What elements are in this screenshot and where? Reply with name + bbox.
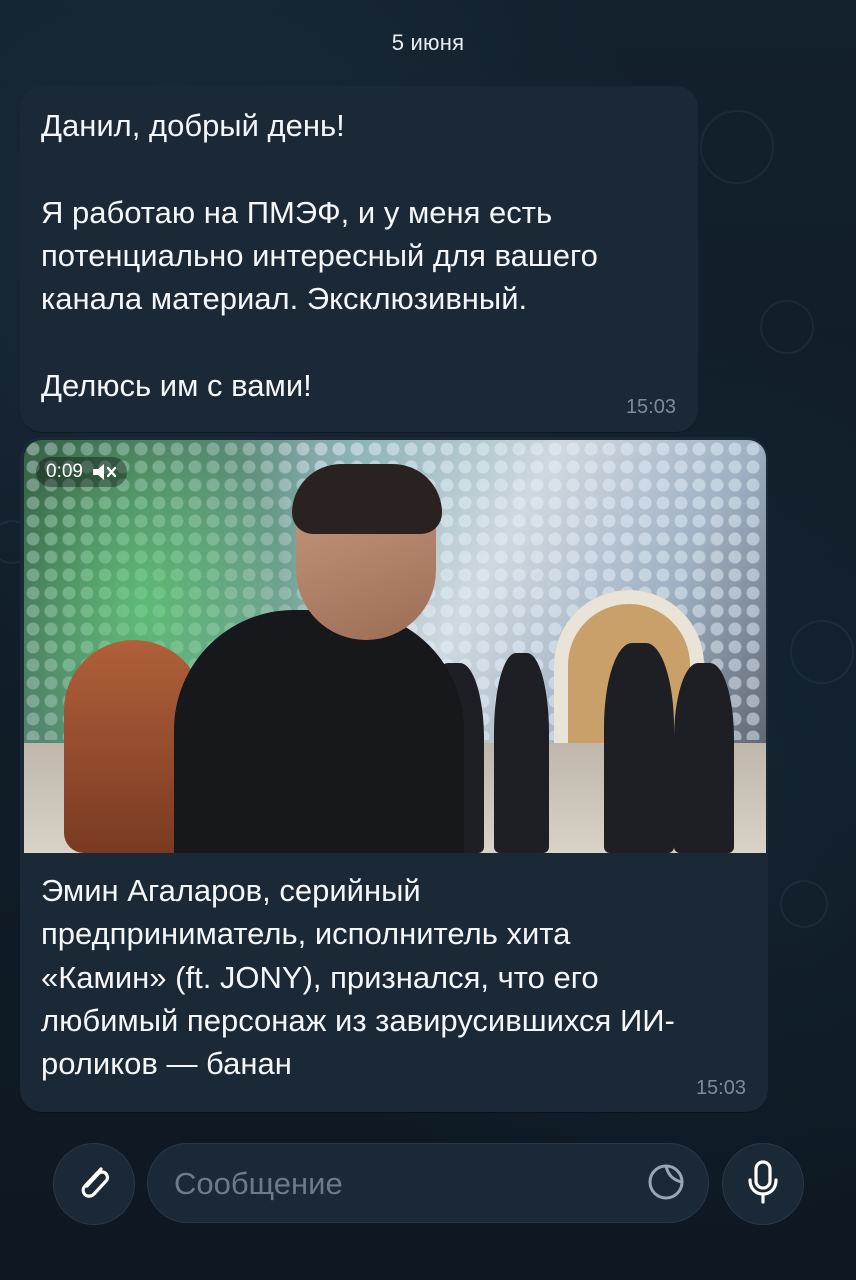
sticker-icon <box>647 1163 685 1206</box>
message-input[interactable] <box>172 1144 616 1224</box>
video-player[interactable]: 0:09 <box>24 440 766 853</box>
microphone-icon <box>745 1159 781 1210</box>
attach-button[interactable] <box>53 1143 135 1225</box>
microphone-button[interactable] <box>722 1143 804 1225</box>
sticker-button[interactable] <box>646 1164 686 1204</box>
message-bubble[interactable]: Данил, добрый день! Я работаю на ПМЭФ, и… <box>20 86 698 432</box>
video-duration-badge[interactable]: 0:09 <box>36 457 127 487</box>
video-caption: Эмин Агаларов, серийный предприниматель,… <box>41 873 675 1082</box>
speaker-muted-icon[interactable] <box>91 462 117 482</box>
video-frame-person <box>494 653 549 853</box>
video-frame-person <box>604 643 674 853</box>
message-composer <box>0 1130 856 1280</box>
background-doodle <box>780 880 828 928</box>
video-frame-hair <box>292 464 442 534</box>
video-duration: 0:09 <box>46 461 83 482</box>
background-doodle <box>790 620 854 684</box>
video-message-bubble[interactable]: 0:09 Эмин Агаларов, серийный предпринима… <box>20 437 768 1112</box>
date-separator: 5 июня <box>391 30 465 55</box>
video-frame-person <box>174 610 464 853</box>
message-text: Данил, добрый день! Я работаю на ПМЭФ, и… <box>41 108 598 403</box>
paperclip-icon <box>74 1160 114 1209</box>
video-frame-person <box>674 663 734 853</box>
message-time: 15:03 <box>695 1077 746 1099</box>
background-doodle <box>700 110 774 184</box>
background-doodle <box>760 300 814 354</box>
message-time: 15:03 <box>625 396 676 418</box>
message-input-container[interactable] <box>147 1143 709 1224</box>
